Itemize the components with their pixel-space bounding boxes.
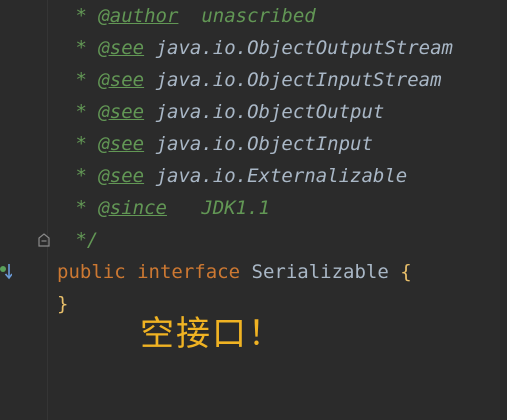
code-line-see: * @see java.io.ObjectOutput	[64, 100, 384, 124]
gutter-divider	[47, 0, 48, 420]
doc-see-ref: java.io.ObjectOutput	[155, 101, 385, 123]
doc-author-value: unascribed	[201, 5, 316, 27]
annotation-text: 空接口！	[140, 314, 284, 354]
code-line-see: * @see java.io.ObjectInputStream	[64, 68, 442, 92]
code-line-doc-end: */	[64, 228, 98, 252]
fold-marker-icon[interactable]	[38, 233, 50, 247]
code-line-see: * @see java.io.ObjectInput	[64, 132, 373, 156]
code-editor[interactable]: * @author unascribed * @see java.io.Obje…	[0, 0, 507, 420]
doc-see-ref: java.io.ObjectInputStream	[155, 69, 442, 91]
doc-comment-end: */	[64, 229, 99, 251]
code-line-since: * @since JDK1.1	[64, 196, 270, 220]
doc-tag-author: @author	[98, 5, 179, 27]
doc-since-value: JDK1.1	[201, 197, 270, 219]
doc-tag-see: @see	[98, 69, 145, 91]
doc-see-ref: java.io.ObjectInput	[155, 133, 373, 155]
implemented-gutter-icon[interactable]	[0, 262, 12, 280]
doc-see-ref: java.io.ObjectOutputStream	[155, 37, 453, 59]
doc-tag-see: @see	[98, 101, 145, 123]
doc-star: *	[64, 101, 87, 123]
code-line-author: * @author unascribed	[64, 4, 316, 28]
doc-star: *	[64, 133, 87, 155]
code-line-declaration: public interface Serializable {	[57, 260, 412, 284]
doc-tag-see: @see	[98, 37, 145, 59]
doc-see-ref: java.io.Externalizable	[155, 165, 408, 187]
doc-star: *	[64, 165, 87, 187]
doc-tag-see: @see	[98, 133, 145, 155]
keyword-public: public	[57, 261, 126, 283]
close-brace: }	[57, 293, 69, 315]
code-line-close: }	[57, 292, 68, 316]
doc-star: *	[64, 69, 87, 91]
interface-name: Serializable	[251, 261, 389, 283]
doc-star: *	[64, 197, 87, 219]
keyword-interface: interface	[137, 261, 241, 283]
open-brace: {	[400, 261, 412, 283]
doc-star: *	[64, 5, 87, 27]
editor-gutter[interactable]	[0, 0, 47, 420]
code-line-see: * @see java.io.Externalizable	[64, 164, 407, 188]
doc-star: *	[64, 37, 87, 59]
code-line-see: * @see java.io.ObjectOutputStream	[64, 36, 453, 60]
doc-tag-since: @since	[98, 197, 167, 219]
doc-tag-see: @see	[98, 165, 145, 187]
